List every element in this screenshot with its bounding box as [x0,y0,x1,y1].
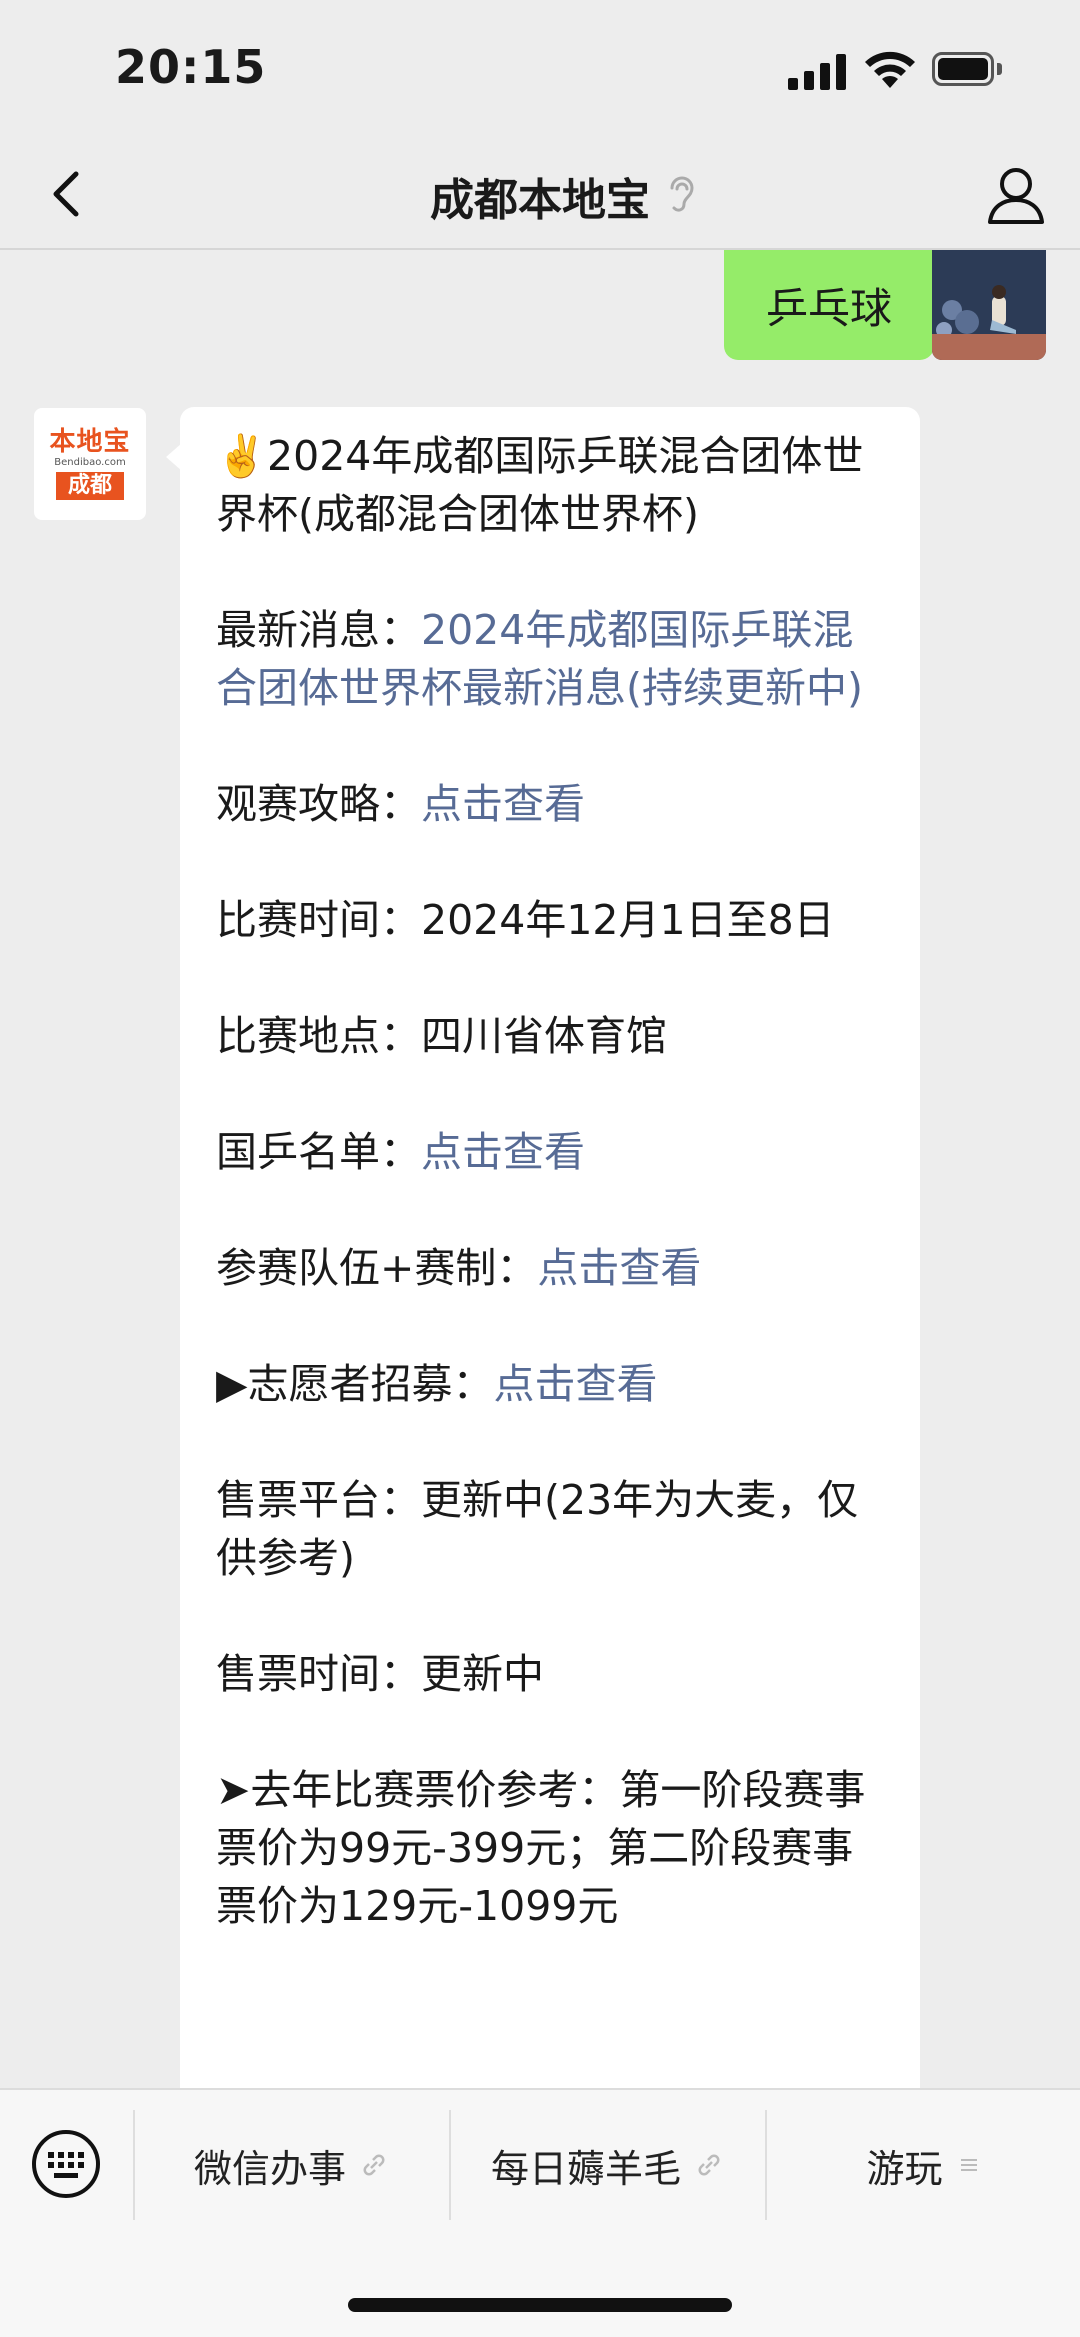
ticket-price-text: ➤去年比赛票价参考：第一阶段赛事票价为99元-399元；第二阶段赛事票价为129… [216,1766,866,1930]
teams-link[interactable]: 点击查看 [537,1244,701,1292]
home-indicator[interactable] [348,2298,732,2312]
user-avatar[interactable] [932,250,1046,360]
menu-item-label: 游玩 [866,2146,943,2191]
menu-item-wechat-services[interactable]: 微信办事 [135,2090,447,2240]
roster-line: 国乒名单：点击查看 [216,1123,892,1181]
status-time: 20:15 [115,40,267,94]
keyboard-toggle-button[interactable] [30,2128,102,2200]
link-icon [698,2154,720,2176]
received-message-bubble[interactable]: ✌️2024年成都国际乒联混合团体世界杯(成都混合团体世界杯) 最新消息：202… [166,407,920,2090]
guide-label: 观赛攻略： [216,780,421,828]
teams-label: 参赛队伍+赛制： [216,1244,538,1292]
volunteer-link[interactable]: 点击查看 [494,1360,658,1408]
nav-bar: 成都本地宝 [0,140,1080,250]
chat-title: 成都本地宝 [430,175,650,226]
profile-button[interactable] [980,160,1052,232]
venue-text: 比赛地点：四川省体育馆 [216,1012,667,1060]
volunteer-line: ▶志愿者招募：点击查看 [216,1355,892,1413]
cellular-signal-icon [788,52,848,90]
ticket-platform-text: 售票平台：更新中(23年为大麦，仅供参考) [216,1476,859,1582]
news-line: 最新消息：2024年成都国际乒联混合团体世界杯最新消息(持续更新中) [216,601,892,717]
bot-avatar[interactable]: 本地宝 Bendibao.com 成都 [34,408,146,520]
volunteer-label: ▶志愿者招募： [216,1360,494,1408]
ticket-sale-time-text: 售票时间：更新中 [216,1650,544,1698]
link-icon [363,2154,385,2176]
sent-message-bubble[interactable]: 乒乓球 [724,250,948,360]
status-bar: 20:15 [0,0,1080,140]
chat-area[interactable]: 乒乓球 本地宝 Bendibao.com 成都 ✌️2024年成都国际乒联混合团… [0,250,1080,2090]
news-label: 最新消息： [216,606,421,654]
menu-item-label: 微信办事 [193,2146,346,2191]
roster-link[interactable]: 点击查看 [421,1128,585,1176]
battery-icon [932,52,1002,88]
teams-line: 参赛队伍+赛制：点击查看 [216,1239,892,1297]
logo-domain-text: Bendibao.com [54,457,126,468]
logo-top-text: 本地宝 [49,427,131,457]
logo-city-text: 成都 [55,472,124,500]
guide-line: 观赛攻略：点击查看 [216,775,892,833]
menu-item-label: 每日薅羊毛 [490,2146,681,2191]
ear-icon [670,176,694,212]
menu-item-travel[interactable]: 游玩 [767,2090,1080,2240]
guide-link[interactable]: 点击查看 [421,780,585,828]
match-time-text: 比赛时间：2024年12月1日至8日 [216,896,835,944]
menu-item-daily-deals[interactable]: 每日薅羊毛 [451,2090,763,2240]
submenu-icon [960,2159,977,2171]
user-avatar-image [932,250,1046,360]
roster-label: 国乒名单： [216,1128,421,1176]
wifi-icon [865,51,915,88]
message-title: ✌️2024年成都国际乒联混合团体世界杯(成都混合团体世界杯) [216,432,864,538]
